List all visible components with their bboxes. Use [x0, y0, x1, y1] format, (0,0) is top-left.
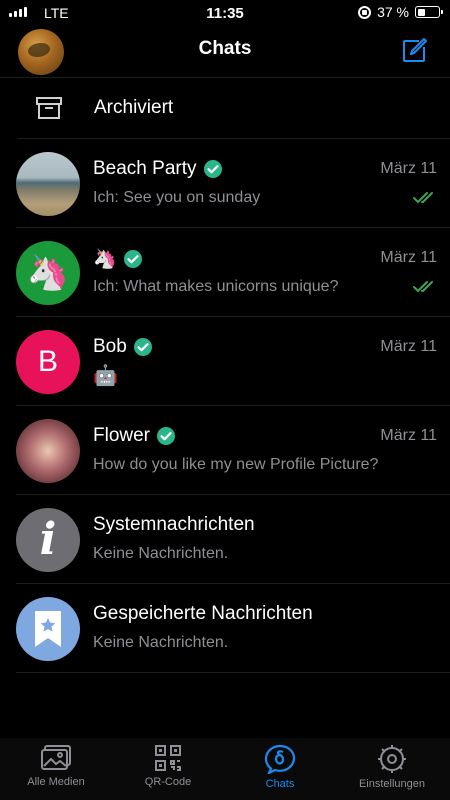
chats-header: Chats [0, 26, 450, 78]
tab-settings[interactable]: Einstellungen [336, 744, 448, 790]
tab-label: QR-Code [144, 776, 192, 788]
avatar-system-messages: i [16, 508, 80, 572]
chat-row-unicorn[interactable]: 🦄 🦄 März 11 Ich: What makes unicorns uni… [16, 228, 450, 317]
avatar-saved-messages [16, 597, 80, 661]
tab-bar: Alle Medien QR-Code Chats Einstellungen [0, 738, 450, 800]
tab-qr-code[interactable]: QR-Code [112, 744, 224, 788]
bookmark-star-icon [35, 611, 61, 647]
archive-box-icon [36, 97, 62, 119]
battery-icon [415, 6, 443, 18]
chat-name: Systemnachrichten [93, 514, 255, 535]
chat-date: März 11 [380, 338, 437, 355]
chat-preview: Ich: What makes unicorns unique? [93, 278, 339, 295]
chat-name: Flower [93, 425, 151, 446]
tab-label: Einstellungen [358, 778, 426, 790]
archived-chats-row[interactable]: Archiviert [18, 78, 450, 139]
chat-row-flower[interactable]: Flower März 11 How do you like my new Pr… [16, 406, 450, 495]
tab-label: Chats [265, 778, 295, 790]
tab-all-media[interactable]: Alle Medien [0, 744, 112, 788]
chat-preview: Keine Nachrichten. [93, 634, 229, 651]
page-title: Chats [198, 38, 252, 59]
chat-preview: How do you like my new Profile Picture? [93, 456, 379, 473]
chat-date: März 11 [380, 427, 437, 444]
battery-fill [417, 8, 425, 16]
unicorn-emoji: 🦄 [26, 254, 70, 292]
chat-date: März 11 [380, 249, 437, 266]
tab-label: Alle Medien [27, 776, 85, 788]
verified-badge-icon [157, 427, 176, 445]
media-icon [41, 745, 71, 770]
battery-percentage: 37 % [377, 4, 409, 20]
chat-preview: Ich: See you on sunday [93, 189, 261, 206]
chat-row-beach-party[interactable]: Beach Party März 11 Ich: See you on sund… [16, 139, 450, 228]
compose-icon[interactable] [400, 37, 428, 65]
read-double-check-icon [413, 281, 433, 293]
status-bar: LTE 11:35 37 % [0, 0, 450, 26]
chat-row-bob[interactable]: B Bob März 11 🤖 [16, 317, 450, 406]
chat-preview: 🤖 [93, 365, 118, 387]
chat-name: Bob [93, 336, 127, 357]
verified-badge-icon [123, 250, 142, 268]
qr-code-icon [155, 745, 181, 771]
info-icon: i [39, 514, 57, 565]
archived-label: Archiviert [94, 97, 174, 118]
chat-name: 🦄 [93, 249, 117, 270]
tab-chats[interactable]: Chats [224, 744, 336, 790]
chat-name: Gespeicherte Nachrichten [93, 603, 313, 624]
read-double-check-icon [413, 192, 433, 204]
chat-row-saved-messages[interactable]: Gespeicherte Nachrichten Keine Nachricht… [16, 584, 450, 673]
verified-badge-icon [203, 160, 222, 178]
avatar-unicorn: 🦄 [16, 241, 80, 305]
chat-date: März 11 [380, 160, 437, 177]
verified-badge-icon [133, 338, 152, 356]
avatar-flower [16, 419, 80, 483]
chat-name: Beach Party [93, 158, 197, 179]
avatar-beach-party [16, 152, 80, 216]
gear-icon [378, 745, 406, 773]
avatar-bob: B [16, 330, 80, 394]
chat-list: Archiviert Beach Party März 11 Ich: See … [0, 78, 450, 673]
chats-icon [264, 744, 296, 774]
chat-preview: Keine Nachrichten. [93, 545, 229, 562]
avatar-letter: B [37, 345, 58, 378]
chat-row-systemnachrichten[interactable]: i Systemnachrichten Keine Nachrichten. [16, 495, 450, 584]
rotation-lock-icon [358, 5, 372, 19]
